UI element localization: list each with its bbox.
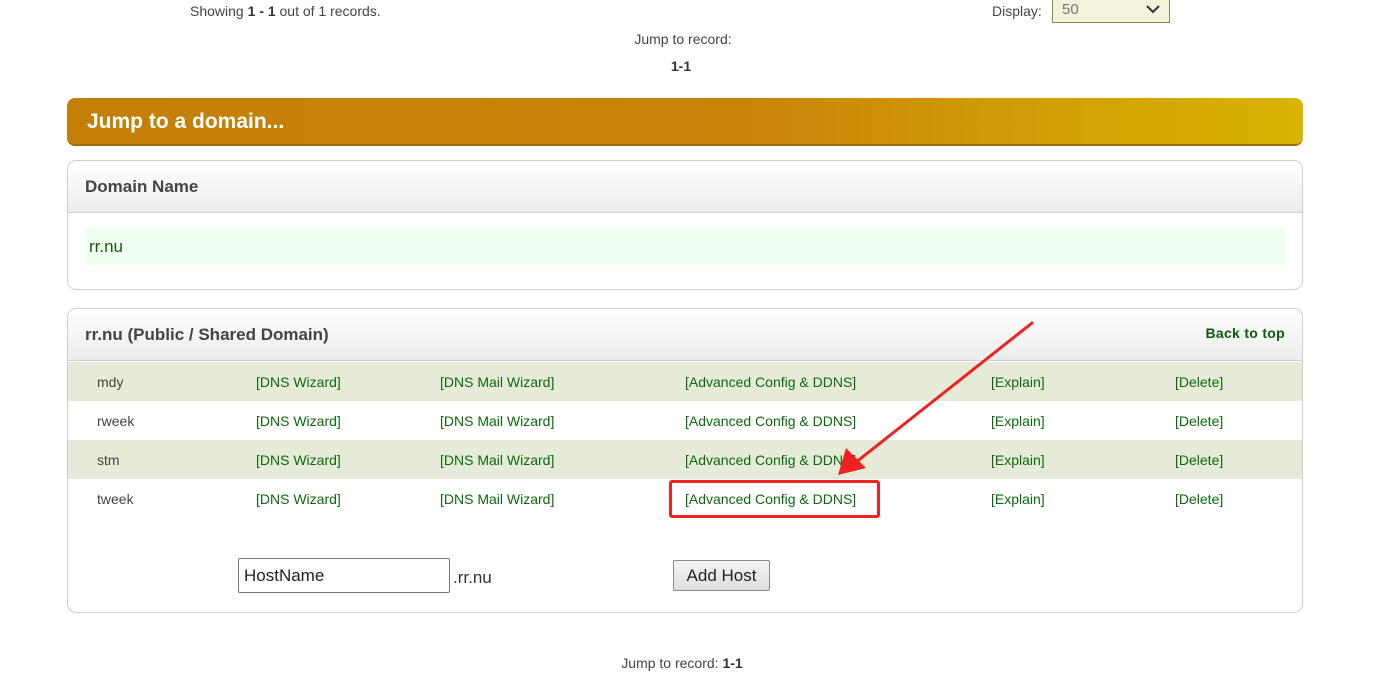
domain-row[interactable]: rr.nu (85, 228, 1285, 265)
dns-wizard-link[interactable]: [DNS Wizard] (256, 452, 341, 468)
hostname-input[interactable]: HostName (238, 558, 450, 593)
delete-link[interactable]: [Delete] (1175, 452, 1223, 468)
bottom-jump-label: Jump to record: (621, 655, 723, 671)
domain-suffix: .rr.nu (453, 568, 492, 587)
host-name: rweek (97, 413, 135, 429)
arrow-icon (838, 321, 1034, 475)
host-name: tweek (97, 491, 134, 507)
host-row: rweek [DNS Wizard] [DNS Mail Wizard] [Ad… (68, 401, 1302, 440)
hosts-panel: rr.nu (Public / Shared Domain) Back to t… (67, 308, 1303, 613)
delete-link[interactable]: [Delete] (1175, 374, 1223, 390)
dns-mail-wizard-link[interactable]: [DNS Mail Wizard] (440, 491, 554, 507)
jump-to-domain-header: Jump to a domain... (67, 98, 1303, 146)
dns-wizard-link[interactable]: [DNS Wizard] (256, 491, 341, 507)
record-count: Showing 1 - 1 out of 1 records. (190, 3, 381, 19)
delete-link[interactable]: [Delete] (1175, 491, 1223, 507)
record-count-prefix: Showing (190, 3, 248, 19)
explain-link[interactable]: [Explain] (991, 491, 1045, 507)
hosts-panel-header: rr.nu (Public / Shared Domain) Back to t… (68, 309, 1302, 361)
dns-wizard-link[interactable]: [DNS Wizard] (256, 413, 341, 429)
dns-wizard-link[interactable]: [DNS Wizard] (256, 374, 341, 390)
chevron-down-icon (1146, 5, 1160, 14)
hosts-panel-title: rr.nu (Public / Shared Domain) (85, 325, 329, 344)
record-count-suffix: out of 1 records. (275, 3, 381, 19)
dns-mail-wizard-link[interactable]: [DNS Mail Wizard] (440, 452, 554, 468)
dns-mail-wizard-link[interactable]: [DNS Mail Wizard] (440, 374, 554, 390)
host-name: mdy (97, 374, 124, 390)
domain-list-header: Domain Name (68, 161, 1302, 213)
bottom-jump-link[interactable]: 1-1 (722, 655, 742, 671)
bottom-jump-to-record: Jump to record: 1-1 (0, 655, 1364, 671)
display-per-page-value: 50 (1062, 1, 1079, 18)
page: Showing 1 - 1 out of 1 records. Display:… (0, 0, 1399, 697)
host-row: stm [DNS Wizard] [DNS Mail Wizard] [Adva… (68, 440, 1302, 479)
jump-to-record-link[interactable]: 1-1 (0, 58, 1362, 74)
delete-link[interactable]: [Delete] (1175, 413, 1223, 429)
jump-to-record-label: Jump to record: (634, 31, 732, 47)
display-per-page-select[interactable]: 50 (1052, 0, 1170, 23)
annotation-highlight-box (669, 480, 880, 518)
host-row: mdy [DNS Wizard] [DNS Mail Wizard] [Adva… (68, 362, 1302, 401)
add-host-button[interactable]: Add Host (673, 560, 770, 591)
back-to-top-link[interactable]: Back to top (1205, 325, 1285, 341)
pagination-bar: Showing 1 - 1 out of 1 records. Display:… (0, 0, 1399, 26)
domain-name-heading: Domain Name (85, 177, 199, 196)
jump-to-domain-title: Jump to a domain... (87, 110, 285, 133)
domain-link[interactable]: rr.nu (89, 237, 123, 257)
host-name: stm (97, 452, 120, 468)
display-label: Display: (992, 3, 1042, 19)
record-count-range: 1 - 1 (247, 3, 276, 19)
dns-mail-wizard-link[interactable]: [DNS Mail Wizard] (440, 413, 554, 429)
domain-list-panel: Domain Name rr.nu (67, 160, 1303, 290)
